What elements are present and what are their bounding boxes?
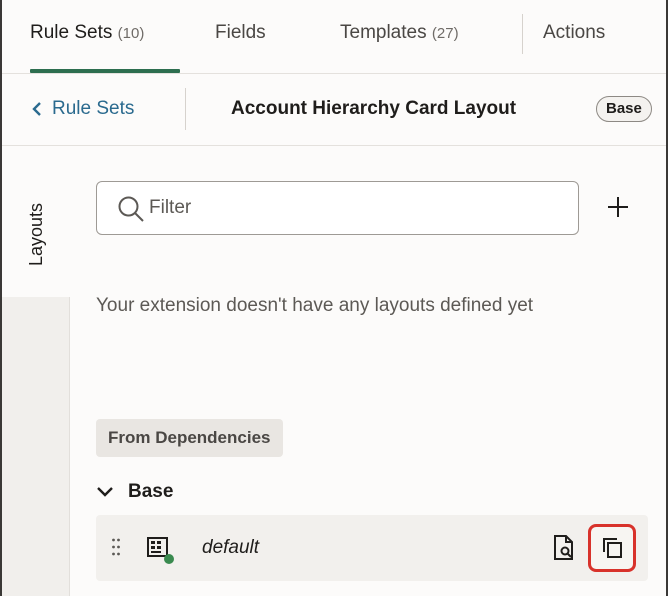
from-dependencies-badge: From Dependencies [96, 419, 283, 457]
layout-row-default[interactable]: default [96, 515, 648, 581]
active-tab-indicator [30, 69, 180, 73]
side-tab-layouts-label: Layouts [26, 202, 46, 266]
search-icon [118, 196, 144, 222]
breadcrumb-divider [185, 88, 186, 130]
tab-actions[interactable]: Actions [543, 22, 605, 44]
page-title: Account Hierarchy Card Layout [231, 98, 517, 119]
back-link-label: Rule Sets [52, 98, 135, 119]
filter-input[interactable] [149, 190, 569, 226]
breadcrumb-bar: Rule Sets Account Hierarchy Card Layout … [2, 74, 666, 146]
tab-rule-sets-count: (10) [117, 25, 145, 42]
top-tab-bar: Rule Sets (10) Fields Templates (27) Act… [2, 0, 666, 74]
chevron-down-icon [97, 487, 113, 497]
chevron-left-icon [32, 102, 41, 116]
layout-name: default [202, 537, 260, 558]
tab-rule-sets-label: Rule Sets [30, 22, 113, 43]
duplicate-layout-button[interactable] [588, 524, 636, 572]
copy-icon [603, 538, 622, 558]
tab-templates-count: (27) [431, 25, 459, 42]
preview-layout-button[interactable] [548, 532, 580, 564]
base-group-toggle[interactable]: Base [96, 481, 173, 503]
base-badge: Base [596, 96, 652, 122]
tab-rule-sets[interactable]: Rule Sets (10) [30, 22, 144, 44]
empty-state-message: Your extension doesn't have any layouts … [96, 295, 534, 316]
back-to-rule-sets-link[interactable]: Rule Sets [32, 98, 134, 120]
add-layout-button[interactable] [603, 192, 633, 222]
base-group-label: Base [128, 481, 174, 502]
layout-icon [147, 537, 174, 564]
tab-templates[interactable]: Templates (27) [340, 22, 459, 44]
tab-divider [522, 14, 523, 54]
drag-handle-icon[interactable] [111, 537, 121, 557]
tab-fields-label: Fields [215, 22, 266, 43]
tab-fields[interactable]: Fields [215, 22, 266, 44]
filter-field[interactable] [96, 181, 579, 235]
tab-templates-label: Templates [340, 22, 427, 43]
tab-actions-label: Actions [543, 22, 606, 43]
